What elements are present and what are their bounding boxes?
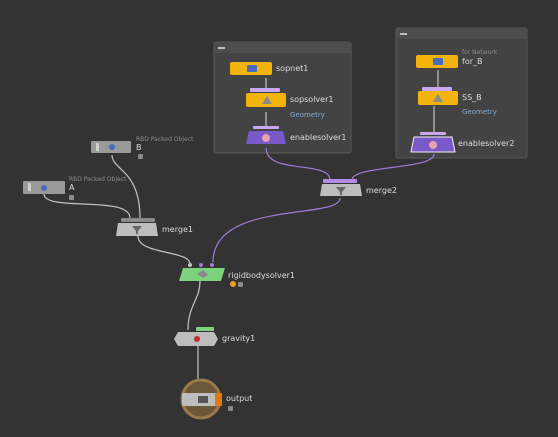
merge1-label: merge1 (162, 225, 193, 234)
b-label: B (136, 143, 142, 152)
collapse-icon[interactable] (400, 33, 407, 35)
a-label: A (69, 183, 75, 192)
output-icon (198, 396, 208, 403)
sopnet1-label: sopnet1 (276, 64, 308, 73)
node-b[interactable]: RBD Packed Object B (91, 136, 194, 159)
wire[interactable] (187, 280, 201, 331)
ss-b-sub: Geometry (462, 108, 497, 116)
sopsolver1-label: sopsolver1 (290, 95, 333, 104)
network-editor[interactable]: sopnet1 sopsolver1 Geometry enablesolver… (0, 0, 558, 437)
rigidbodysolver1-label: rigidbodysolver1 (228, 271, 295, 280)
merge2-label: merge2 (366, 186, 397, 195)
network-graph: sopnet1 sopsolver1 Geometry enablesolver… (23, 27, 528, 420)
wire[interactable] (212, 197, 341, 263)
gravity1-label: gravity1 (222, 334, 255, 343)
object-icon (109, 144, 115, 150)
dependency-icon (230, 281, 236, 287)
for-b-label: for_B (462, 57, 483, 66)
node-a[interactable]: RBD Packed Object A (23, 176, 127, 200)
a-comment: RBD Packed Object (69, 176, 127, 183)
node-merge2[interactable]: merge2 (320, 179, 397, 196)
ss-b-label: SS_B (462, 93, 482, 102)
b-comment: RBD Packed Object (136, 136, 194, 143)
lock-icon (69, 195, 74, 200)
for-b-comment: for Network (462, 49, 498, 56)
gravity-icon (194, 336, 200, 342)
collapse-icon[interactable] (218, 47, 225, 49)
enable-icon (262, 134, 270, 142)
wire[interactable] (111, 154, 141, 219)
enablesolver2-label: enablesolver2 (458, 139, 514, 148)
network-icon (433, 58, 443, 65)
node-merge1[interactable]: merge1 (116, 218, 193, 236)
object-icon (41, 185, 47, 191)
node-output[interactable]: output (180, 378, 252, 420)
wire[interactable] (137, 235, 191, 265)
lock-icon (238, 282, 243, 287)
lock-icon (138, 154, 143, 159)
wire[interactable] (43, 193, 131, 219)
enable-icon (429, 141, 437, 149)
node-gravity1[interactable]: gravity1 (174, 327, 255, 346)
node-rigidbodysolver1[interactable]: rigidbodysolver1 (179, 263, 295, 287)
network-icon (247, 65, 257, 72)
enablesolver1-label: enablesolver1 (290, 133, 346, 142)
sopsolver1-sub: Geometry (290, 111, 325, 119)
lock-icon (228, 406, 233, 411)
output-label: output (226, 394, 252, 403)
